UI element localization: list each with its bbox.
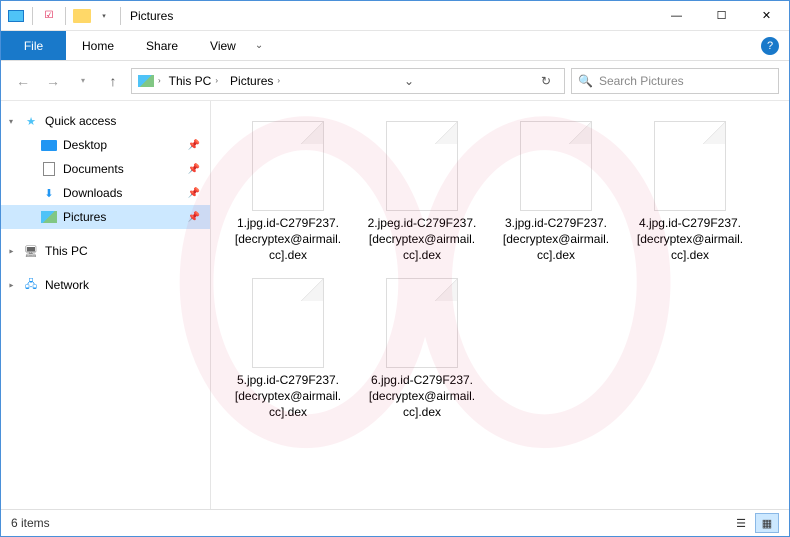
close-button[interactable]: ✕ xyxy=(744,1,789,31)
window-title: Pictures xyxy=(130,9,173,23)
refresh-button[interactable]: ↻ xyxy=(534,69,558,93)
chevron-right-icon[interactable]: ▾ xyxy=(7,249,16,253)
recent-locations-dropdown[interactable]: ▾ xyxy=(71,69,95,93)
chevron-right-icon: › xyxy=(277,76,280,85)
ribbon-tab-home[interactable]: Home xyxy=(66,31,130,60)
computer-icon: 🖥 xyxy=(23,243,39,259)
file-item[interactable]: 1.jpg.id-C279F237.[decryptex@airmail.cc]… xyxy=(229,117,347,268)
address-dropdown-icon[interactable]: ⌄ xyxy=(397,69,421,93)
file-icon xyxy=(252,121,324,211)
chevron-right-icon: › xyxy=(215,76,218,85)
file-name: 3.jpg.id-C279F237.[decryptex@airmail.cc]… xyxy=(501,215,611,264)
app-icon xyxy=(7,7,25,25)
up-button[interactable]: ↑ xyxy=(101,69,125,93)
breadcrumb-pictures[interactable]: Pictures › xyxy=(226,72,284,90)
file-item[interactable]: 5.jpg.id-C279F237.[decryptex@airmail.cc]… xyxy=(229,274,347,425)
pictures-folder-icon xyxy=(138,73,154,89)
chevron-right-icon[interactable]: ▾ xyxy=(7,283,16,287)
qat-dropdown-icon[interactable]: ▾ xyxy=(95,7,113,25)
sidebar-item-pictures[interactable]: Pictures 📌 xyxy=(1,205,210,229)
chevron-right-icon[interactable]: › xyxy=(158,76,161,85)
minimize-button[interactable]: — xyxy=(654,1,699,31)
file-name: 2.jpeg.id-C279F237.[decryptex@airmail.cc… xyxy=(367,215,477,264)
pin-icon: 📌 xyxy=(188,188,200,199)
sidebar-label: Network xyxy=(45,278,89,292)
file-icon xyxy=(386,278,458,368)
navigation-bar: ← → ▾ ↑ › This PC› Pictures› ⌄ ↻ 🔍 xyxy=(1,61,789,101)
file-grid: 1.jpg.id-C279F237.[decryptex@airmail.cc]… xyxy=(229,117,777,424)
view-switcher: ☰ ▦ xyxy=(729,513,779,533)
forward-button[interactable]: → xyxy=(41,69,65,93)
network-icon: 🖧 xyxy=(23,277,39,293)
star-icon: ★ xyxy=(23,113,39,129)
pictures-icon xyxy=(41,209,57,225)
file-item[interactable]: 2.jpeg.id-C279F237.[decryptex@airmail.cc… xyxy=(363,117,481,268)
pin-icon: 📌 xyxy=(188,212,200,223)
title-bar: ☑ ▾ Pictures — ☐ ✕ xyxy=(1,1,789,31)
file-name: 6.jpg.id-C279F237.[decryptex@airmail.cc]… xyxy=(367,372,477,421)
sidebar-item-desktop[interactable]: Desktop 📌 xyxy=(1,133,210,157)
details-view-button[interactable]: ☰ xyxy=(729,513,753,533)
back-button[interactable]: ← xyxy=(11,69,35,93)
sidebar-item-label: Pictures xyxy=(63,210,106,224)
search-box[interactable]: 🔍 xyxy=(571,68,779,94)
file-icon xyxy=(654,121,726,211)
file-name: 4.jpg.id-C279F237.[decryptex@airmail.cc]… xyxy=(635,215,745,264)
desktop-icon xyxy=(41,137,57,153)
separator xyxy=(65,7,66,25)
separator xyxy=(120,7,121,25)
file-tab[interactable]: File xyxy=(1,31,66,60)
separator xyxy=(32,7,33,25)
file-icon xyxy=(520,121,592,211)
sidebar-item-label: Documents xyxy=(63,162,124,176)
status-bar: 6 items ☰ ▦ xyxy=(1,509,789,536)
sidebar-label: This PC xyxy=(45,244,88,258)
file-view[interactable]: 1.jpg.id-C279F237.[decryptex@airmail.cc]… xyxy=(211,101,789,509)
folder-qat-icon[interactable] xyxy=(73,7,91,25)
file-icon xyxy=(386,121,458,211)
document-icon xyxy=(41,161,57,177)
ribbon-tab-view[interactable]: View xyxy=(194,31,252,60)
quick-access-toolbar: ☑ ▾ xyxy=(7,7,124,25)
file-item[interactable]: 4.jpg.id-C279F237.[decryptex@airmail.cc]… xyxy=(631,117,749,268)
file-item[interactable]: 3.jpg.id-C279F237.[decryptex@airmail.cc]… xyxy=(497,117,615,268)
pin-icon: 📌 xyxy=(188,140,200,151)
download-icon: ⬇ xyxy=(41,185,57,201)
ribbon: File Home Share View ⌄ ? xyxy=(1,31,789,61)
help-button[interactable]: ? xyxy=(761,37,779,55)
breadcrumb-label: Pictures xyxy=(230,74,273,88)
sidebar-label: Quick access xyxy=(45,114,116,128)
chevron-down-icon[interactable]: ▾ xyxy=(9,117,13,126)
sidebar-item-downloads[interactable]: ⬇ Downloads 📌 xyxy=(1,181,210,205)
sidebar-item-documents[interactable]: Documents 📌 xyxy=(1,157,210,181)
pin-icon: 📌 xyxy=(188,164,200,175)
body: ▾ ★ Quick access Desktop 📌 Documents 📌 ⬇… xyxy=(1,101,789,509)
expand-ribbon-icon[interactable]: ⌄ xyxy=(252,37,266,54)
sidebar-item-label: Downloads xyxy=(63,186,122,200)
navigation-pane: ▾ ★ Quick access Desktop 📌 Documents 📌 ⬇… xyxy=(1,101,211,509)
breadcrumb-this-pc[interactable]: This PC› xyxy=(165,72,222,90)
search-icon: 🔍 xyxy=(578,74,593,88)
file-icon xyxy=(252,278,324,368)
sidebar-this-pc[interactable]: ▾ 🖥 This PC xyxy=(1,239,210,263)
large-icons-view-button[interactable]: ▦ xyxy=(755,513,779,533)
sidebar-network[interactable]: ▾ 🖧 Network xyxy=(1,273,210,297)
ribbon-tab-share[interactable]: Share xyxy=(130,31,194,60)
item-count: 6 items xyxy=(11,516,50,530)
search-input[interactable] xyxy=(599,74,772,88)
file-name: 5.jpg.id-C279F237.[decryptex@airmail.cc]… xyxy=(233,372,343,421)
sidebar-quick-access[interactable]: ▾ ★ Quick access xyxy=(1,109,210,133)
address-bar[interactable]: › This PC› Pictures› ⌄ ↻ xyxy=(131,68,565,94)
properties-qat-icon[interactable]: ☑ xyxy=(40,7,58,25)
window-controls: — ☐ ✕ xyxy=(654,1,789,31)
maximize-button[interactable]: ☐ xyxy=(699,1,744,31)
breadcrumb-label: This PC xyxy=(169,74,212,88)
sidebar-item-label: Desktop xyxy=(63,138,107,152)
file-name: 1.jpg.id-C279F237.[decryptex@airmail.cc]… xyxy=(233,215,343,264)
file-item[interactable]: 6.jpg.id-C279F237.[decryptex@airmail.cc]… xyxy=(363,274,481,425)
